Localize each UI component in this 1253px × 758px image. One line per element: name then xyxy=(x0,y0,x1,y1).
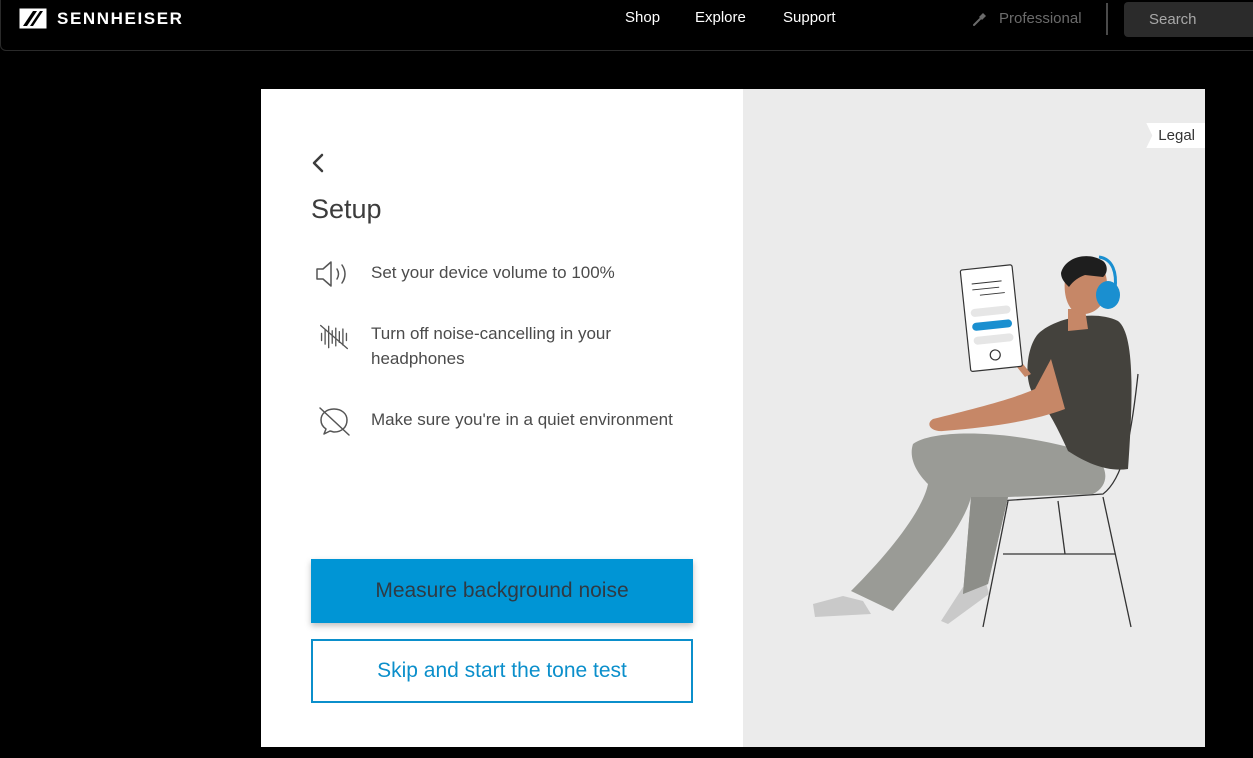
setup-step-quiet: Make sure you're in a quiet environment xyxy=(314,405,701,437)
search-label: Search xyxy=(1149,11,1197,28)
setup-panel: Setup Set your device volume to 100% Tur… xyxy=(261,89,743,747)
quiet-environment-icon xyxy=(319,407,350,436)
noise-cancelling-off-icon xyxy=(320,324,348,350)
nav-support[interactable]: Support xyxy=(783,9,836,26)
brand-name: SENNHEISER xyxy=(57,8,184,28)
nav-shop[interactable]: Shop xyxy=(625,9,660,26)
person-listening-illustration xyxy=(813,255,1139,628)
page-title: Setup xyxy=(311,194,382,224)
professional-label: Professional xyxy=(999,9,1082,27)
site-header: SENNHEISER Shop Explore Support Professi… xyxy=(0,0,1253,51)
professional-link[interactable]: Professional xyxy=(971,9,1082,27)
hearing-test-card: Setup Set your device volume to 100% Tur… xyxy=(261,89,1205,747)
setup-step-text: Turn off noise-cancelling in your headph… xyxy=(371,324,612,368)
setup-step-noise-cancelling: Turn off noise-cancelling in your headph… xyxy=(314,321,701,371)
brand-logo[interactable]: SENNHEISER xyxy=(19,8,184,29)
setup-step-text: Set your device volume to 100% xyxy=(371,263,615,282)
illustration-panel: Legal xyxy=(743,89,1205,747)
setup-step-volume: Set your device volume to 100% xyxy=(314,258,701,290)
setup-step-text: Make sure you're in a quiet environment xyxy=(371,410,673,429)
speaker-volume-icon xyxy=(316,261,346,287)
sennheiser-logo-icon xyxy=(19,8,47,29)
back-chevron-icon[interactable] xyxy=(309,151,329,175)
measure-background-noise-button[interactable]: Measure background noise xyxy=(311,559,693,623)
header-divider xyxy=(1106,3,1108,35)
skip-start-tone-test-button[interactable]: Skip and start the tone test xyxy=(311,639,693,703)
nav-explore[interactable]: Explore xyxy=(695,9,746,26)
legal-tab[interactable]: Legal xyxy=(1146,123,1205,148)
microphone-icon xyxy=(973,13,986,26)
search-button[interactable]: Search xyxy=(1124,2,1253,37)
